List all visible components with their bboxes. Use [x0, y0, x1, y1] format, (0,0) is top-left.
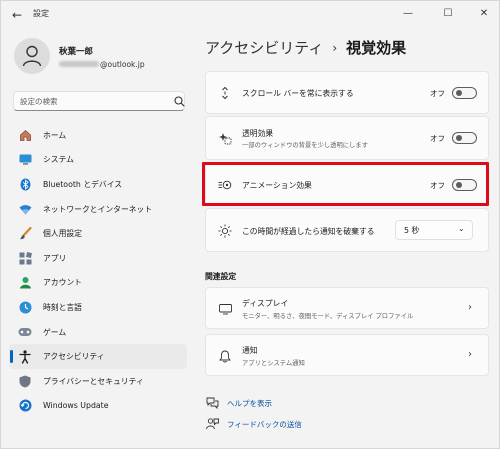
- toggle-state-label: オフ: [430, 89, 445, 98]
- time-language-icon: [18, 300, 32, 314]
- setting-title: この時間が経過したら通知を破棄する: [242, 227, 375, 236]
- setting-title: ディスプレイ: [242, 299, 289, 308]
- sidebar-item-label: アカウント: [43, 278, 82, 288]
- page-title: 視覚効果: [346, 39, 407, 57]
- feedback-icon: [205, 417, 219, 431]
- sidebar-item-time-language[interactable]: 時刻と言語: [9, 295, 187, 320]
- setting-title: 通知: [242, 346, 258, 355]
- setting-transparency: 透明効果 一部のウィンドウの背景を少し透明にします オフ: [205, 116, 489, 160]
- help-link-text[interactable]: ヘルプを表示: [227, 398, 272, 409]
- sidebar-item-label: アクセシビリティ: [43, 352, 105, 362]
- sidebar-item-label: ネットワークとインターネット: [43, 204, 153, 214]
- sidebar-item-label: プライバシーとセキュリティ: [43, 376, 144, 386]
- sidebar-item-label: システム: [43, 155, 74, 165]
- sidebar-item-network[interactable]: ネットワークとインターネット: [9, 197, 187, 222]
- animation-icon: [218, 178, 232, 192]
- setting-title: アニメーション効果: [242, 181, 312, 190]
- user-name: 秋葉一郎: [59, 47, 94, 57]
- feedback-link[interactable]: フィードバックの送信: [205, 417, 302, 431]
- scrollbar-toggle[interactable]: [452, 87, 477, 99]
- person-icon: [22, 45, 42, 67]
- notification-timeout-dropdown[interactable]: 5 秒 ⌄: [395, 220, 473, 240]
- setting-title: スクロール バーを常に表示する: [242, 89, 354, 98]
- system-icon: [18, 153, 32, 167]
- settings-window: ← 設定 — ☐ ✕ 秋葉一郎 @outlook.jp ホーム: [0, 0, 500, 449]
- sidebar-item-gaming[interactable]: ゲーム: [9, 320, 187, 345]
- title-bar: ← 設定 — ☐ ✕: [1, 1, 500, 29]
- sidebar-item-accounts[interactable]: アカウント: [9, 271, 187, 296]
- transparency-icon: [218, 131, 232, 145]
- search-icon[interactable]: [174, 96, 185, 107]
- chevron-down-icon: ⌄: [458, 224, 465, 233]
- sidebar-nav: ホーム システム Bluetooth とデバイス ネットワークとインターネット …: [9, 123, 187, 418]
- app-title: 設定: [33, 9, 49, 18]
- breadcrumb: アクセシビリティ › 視覚効果: [205, 37, 406, 58]
- animation-toggle[interactable]: [452, 179, 477, 191]
- breadcrumb-parent[interactable]: アクセシビリティ: [205, 37, 323, 58]
- toggle-state-label: オフ: [430, 181, 445, 190]
- setting-title: 透明効果: [242, 129, 274, 138]
- shield-icon: [18, 374, 32, 388]
- scrollbar-icon: [218, 86, 232, 100]
- search-box[interactable]: [13, 91, 185, 111]
- user-email: @outlook.jp: [59, 59, 145, 69]
- toggle-state-label: オフ: [430, 134, 445, 143]
- brush-icon: [18, 227, 32, 241]
- sidebar-item-personalization[interactable]: 個人用設定: [9, 221, 187, 246]
- setting-animation: アニメーション効果 オフ: [205, 163, 489, 206]
- wifi-icon: [18, 202, 32, 216]
- sidebar-item-windows-update[interactable]: Windows Update: [9, 394, 187, 419]
- chevron-right-icon: ›: [468, 349, 472, 360]
- accessibility-icon: [18, 350, 32, 364]
- sidebar-item-bluetooth[interactable]: Bluetooth とデバイス: [9, 172, 187, 197]
- sun-icon: [218, 224, 232, 238]
- related-notifications[interactable]: 通知 アプリとシステム通知 ›: [205, 334, 489, 376]
- sidebar-item-system[interactable]: システム: [9, 148, 187, 173]
- sidebar-item-label: 個人用設定: [43, 229, 82, 239]
- sidebar-item-apps[interactable]: アプリ: [9, 246, 187, 271]
- related-settings-heading: 関連設定: [205, 272, 237, 281]
- dropdown-value: 5 秒: [404, 226, 420, 235]
- email-redacted: [59, 61, 99, 67]
- back-button[interactable]: ←: [7, 5, 27, 25]
- user-email-domain: @outlook.jp: [100, 59, 145, 69]
- chevron-right-icon: ›: [468, 302, 472, 313]
- close-button[interactable]: ✕: [469, 3, 499, 25]
- sidebar-item-privacy[interactable]: プライバシーとセキュリティ: [9, 369, 187, 394]
- apps-icon: [18, 251, 32, 265]
- help-link[interactable]: ヘルプを表示: [205, 396, 272, 410]
- sidebar-item-label: ホーム: [43, 130, 67, 140]
- transparency-toggle[interactable]: [452, 132, 477, 144]
- feedback-link-text[interactable]: フィードバックの送信: [227, 419, 302, 430]
- sidebar-item-accessibility[interactable]: アクセシビリティ: [9, 344, 187, 369]
- search-input[interactable]: [20, 95, 160, 108]
- breadcrumb-separator: ›: [332, 40, 338, 55]
- update-icon: [18, 399, 32, 413]
- setting-subtitle: アプリとシステム通知: [242, 360, 305, 367]
- avatar[interactable]: [14, 38, 50, 74]
- setting-subtitle: モニター、明るさ、夜間モード、ディスプレイ プロファイル: [242, 313, 414, 320]
- maximize-button[interactable]: ☐: [433, 3, 463, 25]
- bell-icon: [218, 349, 232, 363]
- help-icon: [205, 396, 219, 410]
- sidebar-item-home[interactable]: ホーム: [9, 123, 187, 148]
- home-icon: [18, 128, 32, 142]
- sidebar-item-label: 時刻と言語: [43, 302, 82, 312]
- sidebar-item-label: アプリ: [43, 253, 67, 263]
- account-icon: [18, 276, 32, 290]
- sidebar-item-label: Bluetooth とデバイス: [43, 179, 123, 189]
- setting-scrollbar: スクロール バーを常に表示する オフ: [205, 71, 489, 114]
- game-icon: [18, 325, 32, 339]
- sidebar-item-label: Windows Update: [43, 401, 109, 411]
- sidebar-item-label: ゲーム: [43, 327, 67, 337]
- bluetooth-icon: [18, 177, 32, 191]
- minimize-button[interactable]: —: [393, 3, 423, 25]
- setting-subtitle: 一部のウィンドウの背景を少し透明にします: [242, 142, 368, 149]
- related-display[interactable]: ディスプレイ モニター、明るさ、夜間モード、ディスプレイ プロファイル ›: [205, 287, 489, 329]
- display-icon: [218, 302, 232, 316]
